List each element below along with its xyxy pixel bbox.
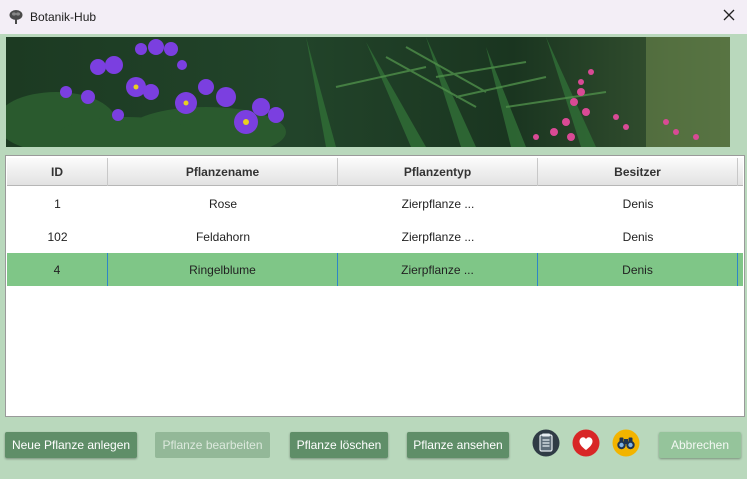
column-header-owner[interactable]: Besitzer [538, 158, 738, 186]
cell-name: Ringelblume [108, 253, 338, 286]
action-bar: Neue Pflanze anlegen Pflanze bearbeiten … [0, 420, 747, 479]
cell-id: 1 [54, 196, 61, 211]
view-plant-button[interactable]: Pflanze ansehen [407, 432, 509, 458]
notes-button[interactable] [531, 429, 561, 462]
table-row-selected[interactable]: 4 Ringelblume Zierpflanze ... Denis [7, 253, 743, 286]
column-header-id[interactable]: ID [7, 158, 108, 186]
notepad-icon [532, 429, 560, 462]
table-row[interactable]: 1 Rose Zierpflanze ... Denis [7, 187, 743, 220]
tree-icon [8, 9, 24, 25]
binoculars-icon [612, 429, 640, 462]
cell-owner: Denis [538, 253, 738, 286]
plants-table: ID Pflanzename Pflanzentyp Besitzer 1 Ro… [5, 155, 745, 417]
close-icon [723, 8, 735, 26]
search-button[interactable] [611, 429, 641, 462]
column-header-type[interactable]: Pflanzentyp [338, 158, 538, 186]
table-header: ID Pflanzename Pflanzentyp Besitzer [7, 158, 743, 186]
close-button[interactable] [711, 0, 747, 34]
cell-type: Zierpflanze ... [401, 229, 475, 244]
cancel-button[interactable]: Abbrechen [659, 432, 741, 458]
new-plant-button[interactable]: Neue Pflanze anlegen [5, 432, 137, 458]
cell-type: Zierpflanze ... [401, 196, 475, 211]
cell-owner: Denis [622, 229, 654, 244]
table-row[interactable]: 102 Feldahorn Zierpflanze ... Denis [7, 220, 743, 253]
window-title: Botanik-Hub [30, 10, 97, 24]
heart-icon [572, 429, 600, 462]
cell-type: Zierpflanze ... [338, 253, 538, 286]
cell-name: Rose [208, 196, 237, 211]
cell-id: 102 [47, 229, 68, 244]
column-header-name[interactable]: Pflanzename [108, 158, 338, 186]
app-window: Botanik-Hub ID Pflanzename Pflanzentyp B… [0, 0, 747, 479]
table-body: 1 Rose Zierpflanze ... Denis 102 Feldaho… [7, 187, 743, 286]
cell-id: 4 [7, 253, 108, 286]
favorite-button[interactable] [571, 429, 601, 462]
banner-image [6, 37, 730, 147]
cell-owner: Denis [622, 196, 654, 211]
title-bar: Botanik-Hub [0, 0, 747, 34]
cell-name: Feldahorn [195, 229, 251, 244]
edit-plant-button[interactable]: Pflanze bearbeiten [155, 432, 270, 458]
delete-plant-button[interactable]: Pflanze löschen [290, 432, 388, 458]
